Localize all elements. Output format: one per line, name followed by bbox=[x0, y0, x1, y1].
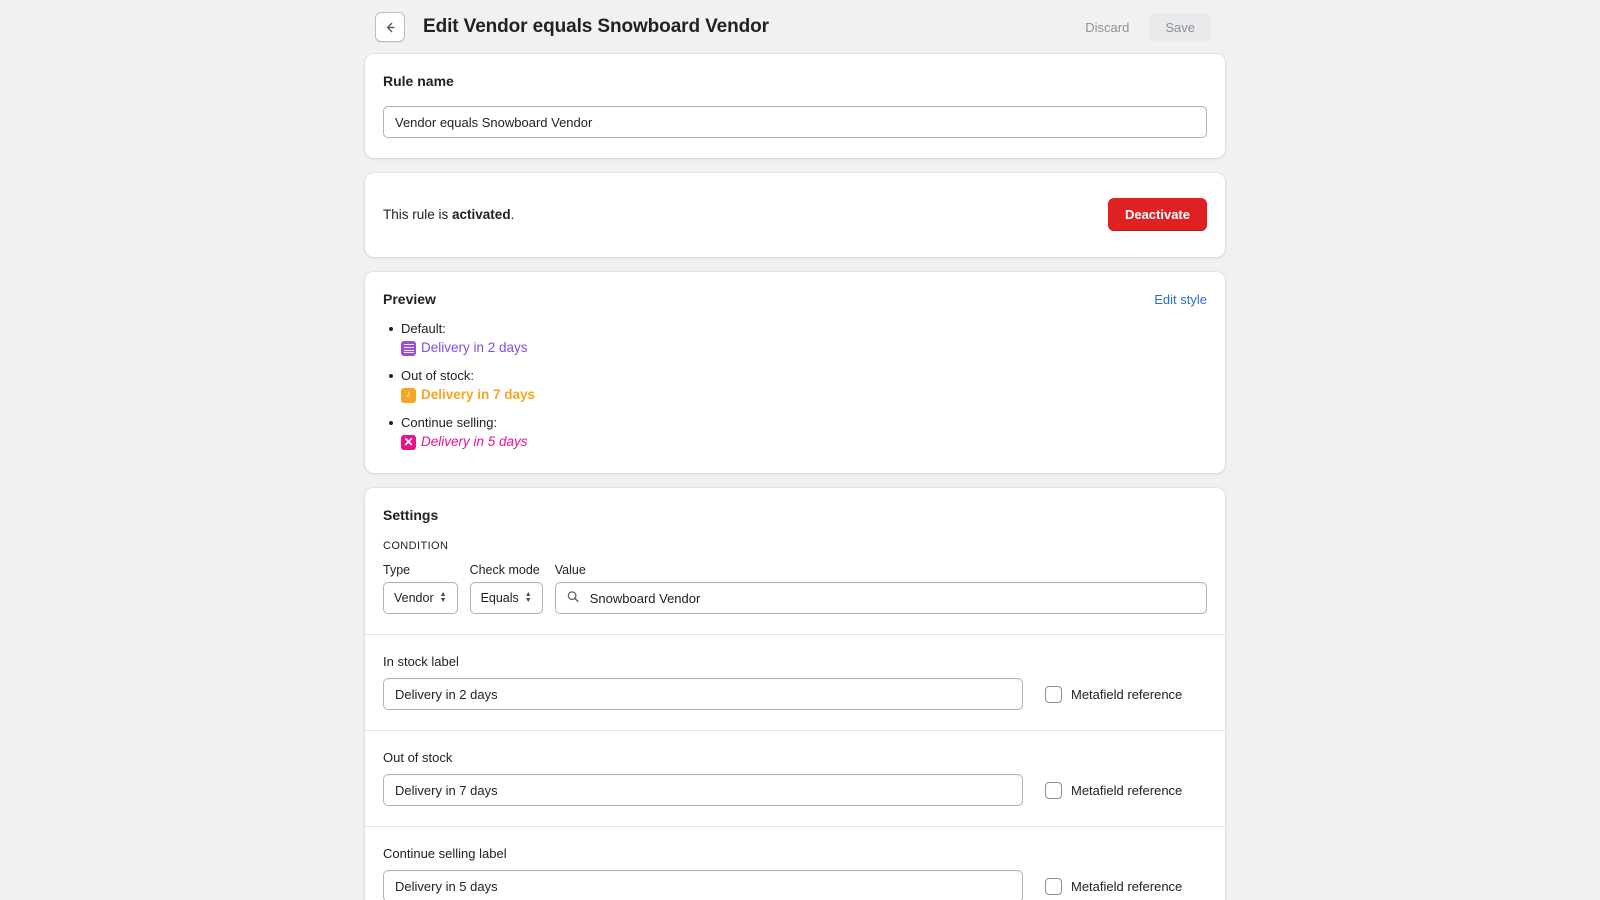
preview-title: Preview bbox=[383, 291, 436, 307]
preview-item-caption: Continue selling: bbox=[401, 415, 498, 430]
page-header-bar: Edit Vendor equals Snowboard Vendor Disc… bbox=[365, 0, 1225, 54]
in-stock-label-row: Metafield reference bbox=[383, 678, 1207, 710]
activation-status-word: activated bbox=[452, 207, 511, 222]
preview-item-caption: Default: bbox=[401, 321, 446, 336]
preview-item-continue-selling: Continue selling: ✕ Delivery in 5 days bbox=[389, 414, 1207, 451]
in-stock-metafield-checkbox-wrapper[interactable]: Metafield reference bbox=[1045, 685, 1183, 703]
preview-header: Preview Edit style bbox=[383, 291, 1207, 307]
settings-condition-block: Settings CONDITION Type Vendor ▲ ▼ Check… bbox=[365, 488, 1225, 634]
preview-item-value-row: Delivery in 2 days bbox=[401, 339, 1207, 357]
condition-row: Type Vendor ▲ ▼ Check mode Equals ▲ ▼ Va… bbox=[383, 563, 1207, 614]
save-button[interactable]: Save bbox=[1149, 12, 1211, 42]
rule-name-input[interactable] bbox=[383, 106, 1207, 138]
rule-name-title: Rule name bbox=[383, 73, 454, 89]
card-index-dividers-icon bbox=[401, 340, 416, 356]
continue-selling-metafield-label: Metafield reference bbox=[1071, 878, 1183, 894]
in-stock-label-block: In stock label Metafield reference bbox=[365, 635, 1225, 730]
type-select-value: Vendor bbox=[394, 591, 434, 605]
in-stock-label-input[interactable] bbox=[383, 678, 1023, 710]
preview-item-label: Delivery in 7 days bbox=[421, 387, 536, 402]
type-select[interactable]: Vendor ▲ ▼ bbox=[383, 582, 458, 614]
chevron-updown-icon: ▲ ▼ bbox=[439, 591, 447, 604]
value-field-label: Value bbox=[554, 563, 586, 577]
arrow-left-icon bbox=[383, 20, 398, 35]
in-stock-metafield-label: Metafield reference bbox=[1071, 686, 1183, 702]
activation-row: This rule is activated. Deactivate bbox=[383, 192, 1207, 237]
settings-title: Settings bbox=[383, 507, 439, 523]
out-of-stock-label-input[interactable] bbox=[383, 774, 1023, 806]
preview-item-value-row: ♪ Delivery in 7 days bbox=[401, 386, 1207, 404]
continue-selling-metafield-checkbox[interactable] bbox=[1045, 877, 1062, 895]
check-mode-select[interactable]: Equals ▲ ▼ bbox=[469, 582, 543, 614]
in-stock-metafield-checkbox[interactable] bbox=[1045, 685, 1062, 703]
rule-name-card: Rule name bbox=[365, 54, 1225, 158]
value-search-wrapper bbox=[554, 582, 1207, 614]
back-button[interactable] bbox=[375, 12, 405, 42]
app-window: Edit Vendor equals Snowboard Vendor Disc… bbox=[0, 0, 1600, 900]
type-field-group: Type Vendor ▲ ▼ bbox=[383, 563, 458, 614]
edit-style-link[interactable]: Edit style bbox=[1154, 292, 1207, 307]
check-mode-field-label: Check mode bbox=[469, 563, 540, 577]
preview-list: Default: Delivery in 2 days Out of stock… bbox=[383, 320, 1207, 451]
check-mode-select-value: Equals bbox=[480, 591, 519, 605]
activation-text-prefix: This rule is bbox=[383, 207, 453, 222]
condition-heading: CONDITION bbox=[383, 540, 449, 552]
activation-text-suffix: . bbox=[510, 207, 515, 222]
continue-selling-label-input[interactable] bbox=[383, 870, 1023, 900]
activation-status-text: This rule is activated. bbox=[383, 207, 514, 222]
preview-item-label: Delivery in 5 days bbox=[421, 434, 528, 449]
preview-item-label: Delivery in 2 days bbox=[421, 340, 528, 355]
preview-item-caption: Out of stock: bbox=[401, 368, 474, 383]
continue-selling-label-title: Continue selling label bbox=[383, 846, 507, 861]
out-of-stock-label-row: Metafield reference bbox=[383, 774, 1207, 806]
settings-card: Settings CONDITION Type Vendor ▲ ▼ Check… bbox=[365, 488, 1225, 900]
continue-selling-label-block: Continue selling label Metafield referen… bbox=[365, 827, 1225, 900]
value-search-input[interactable] bbox=[554, 582, 1207, 614]
preview-item-value-row: ✕ Delivery in 5 days bbox=[401, 433, 1207, 451]
out-of-stock-label-title: Out of stock bbox=[383, 750, 453, 765]
discard-button[interactable]: Discard bbox=[1073, 13, 1141, 42]
preview-card: Preview Edit style Default: Delivery in … bbox=[365, 272, 1225, 473]
page-content-column: Edit Vendor equals Snowboard Vendor Disc… bbox=[365, 0, 1225, 900]
preview-item-default: Default: Delivery in 2 days bbox=[389, 320, 1207, 357]
cross-mark-button-icon: ✕ bbox=[401, 434, 416, 450]
out-of-stock-metafield-checkbox[interactable] bbox=[1045, 781, 1062, 799]
continue-selling-metafield-checkbox-wrapper[interactable]: Metafield reference bbox=[1045, 877, 1183, 895]
page-title: Edit Vendor equals Snowboard Vendor bbox=[423, 16, 769, 37]
chevron-updown-icon: ▲ ▼ bbox=[524, 591, 532, 604]
check-mode-field-group: Check mode Equals ▲ ▼ bbox=[469, 563, 543, 614]
activation-card: This rule is activated. Deactivate bbox=[365, 173, 1225, 257]
preview-item-out-of-stock: Out of stock: ♪ Delivery in 7 days bbox=[389, 367, 1207, 404]
out-of-stock-metafield-checkbox-wrapper[interactable]: Metafield reference bbox=[1045, 781, 1183, 799]
out-of-stock-metafield-label: Metafield reference bbox=[1071, 782, 1183, 798]
continue-selling-label-row: Metafield reference bbox=[383, 870, 1207, 900]
deactivate-button[interactable]: Deactivate bbox=[1107, 198, 1207, 231]
in-stock-label-title: In stock label bbox=[383, 654, 459, 669]
value-field-group: Value bbox=[554, 563, 1207, 614]
type-field-label: Type bbox=[383, 563, 411, 577]
out-of-stock-label-block: Out of stock Metafield reference bbox=[365, 731, 1225, 826]
sound-icon: ♪ bbox=[401, 387, 416, 403]
